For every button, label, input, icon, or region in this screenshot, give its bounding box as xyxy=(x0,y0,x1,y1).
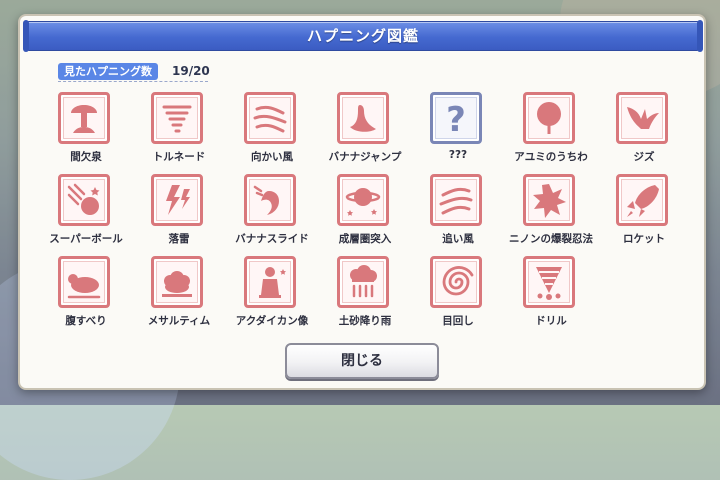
seen-count-value: 19/20 xyxy=(172,64,210,78)
happening-item[interactable]: 間欠泉 xyxy=(36,92,136,168)
happening-item[interactable]: 追い風 xyxy=(408,174,508,250)
stat-underline xyxy=(58,81,208,82)
tornado-icon xyxy=(151,92,203,144)
planet-icon xyxy=(337,174,389,226)
tailwind-icon xyxy=(430,174,482,226)
happening-item[interactable]: ニノンの爆裂忍法 xyxy=(501,174,601,250)
dialog-title: ハプニング図鑑 xyxy=(306,27,419,45)
happening-item[interactable]: アユミのうちわ xyxy=(501,92,601,168)
happening-item[interactable]: ドリル xyxy=(501,256,601,332)
question-mark-icon: ? xyxy=(430,92,482,144)
happening-item[interactable]: ジズ xyxy=(594,92,694,168)
statue-icon xyxy=(244,256,296,308)
rain-cloud-icon xyxy=(337,256,389,308)
sheep-icon xyxy=(151,256,203,308)
happening-label: ジズ xyxy=(633,151,655,163)
happening-label: ドリル xyxy=(535,315,567,327)
geyser-icon xyxy=(58,92,110,144)
happening-item[interactable]: ロケット xyxy=(594,174,694,250)
happening-item[interactable]: ? ??? xyxy=(408,92,508,168)
happening-encyclopedia-dialog: ハプニング図鑑 見たハプニング数 19/20 間欠泉 トルネード 向かい風 バナ… xyxy=(18,14,706,390)
happening-label: ロケット xyxy=(623,233,665,245)
happening-item[interactable]: バナナスライド xyxy=(222,174,322,250)
seen-count-label: 見たハプニング数 xyxy=(58,63,158,80)
explosion-icon xyxy=(523,174,575,226)
fan-icon xyxy=(523,92,575,144)
ziz-bird-icon xyxy=(616,92,668,144)
drill-icon xyxy=(523,256,575,308)
happening-item[interactable]: 向かい風 xyxy=(222,92,322,168)
happening-item[interactable]: 目回し xyxy=(408,256,508,332)
happening-item[interactable]: スーパーボール xyxy=(36,174,136,250)
svg-text:?: ? xyxy=(446,100,466,139)
happening-item[interactable]: 落雷 xyxy=(129,174,229,250)
title-bar: ハプニング図鑑 xyxy=(23,20,703,52)
happening-item[interactable]: アクダイカン像 xyxy=(222,256,322,332)
headwind-icon xyxy=(244,92,296,144)
close-button[interactable]: 閉じる xyxy=(285,343,439,379)
happening-item[interactable]: 腹すべり xyxy=(36,256,136,332)
banana-jump-icon xyxy=(337,92,389,144)
happening-item[interactable]: 成層圏突入 xyxy=(315,174,415,250)
happening-item[interactable]: 土砂降り雨 xyxy=(315,256,415,332)
happening-item[interactable]: バナナジャンプ xyxy=(315,92,415,168)
lightning-icon xyxy=(151,174,203,226)
spiral-icon xyxy=(430,256,482,308)
happening-item[interactable]: メサルティム xyxy=(129,256,229,332)
belly-slide-icon xyxy=(58,256,110,308)
rocket-icon xyxy=(616,174,668,226)
banana-slide-icon xyxy=(244,174,296,226)
happening-item[interactable]: トルネード xyxy=(129,92,229,168)
super-ball-icon xyxy=(58,174,110,226)
